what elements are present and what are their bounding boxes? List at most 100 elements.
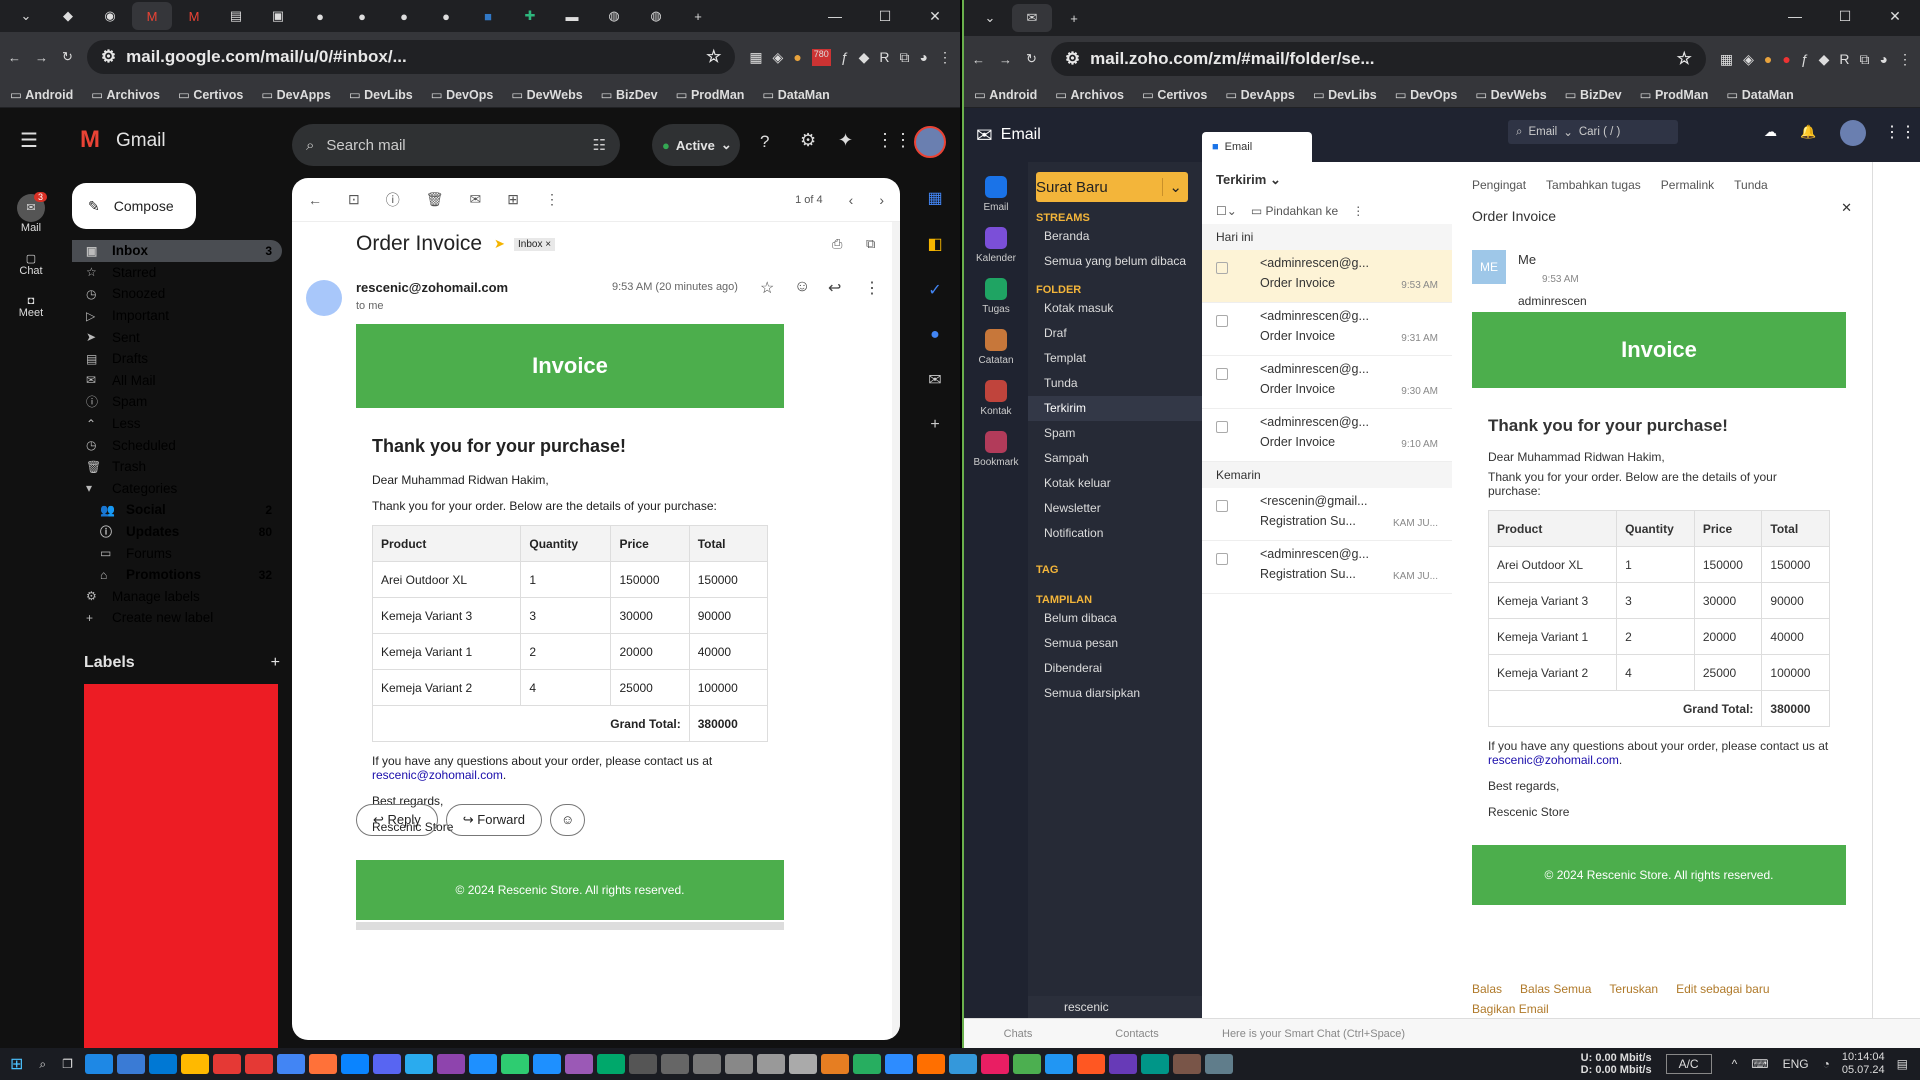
bookmark-folder[interactable]: DevLibs (349, 87, 413, 102)
tab-14[interactable]: ◍ (594, 2, 634, 30)
maximize-icon[interactable]: ☐ (860, 0, 910, 32)
taskbar-app-icon[interactable] (884, 1054, 913, 1074)
ext-icon[interactable]: ƒ (841, 49, 849, 66)
bookmark-folder[interactable]: Archivos (91, 87, 161, 102)
taskbar-app-icon[interactable] (756, 1054, 785, 1074)
reading-action[interactable]: Pengingat (1472, 178, 1526, 192)
bookmark-folder[interactable]: Android (974, 87, 1037, 102)
vertical-scrollbar[interactable] (892, 222, 900, 1040)
taskbar-app-icon[interactable] (1140, 1054, 1169, 1074)
chevron-down-icon[interactable]: ⌄ (1162, 178, 1188, 196)
addon-icon[interactable]: ✉ (928, 370, 941, 390)
rail-item[interactable]: Kalender (964, 227, 1028, 264)
move-to-icon[interactable]: ⊞ (507, 191, 519, 208)
taskbar-app-icon[interactable] (660, 1054, 689, 1074)
clock[interactable]: 10:14:04 05.07.24 (1842, 1051, 1885, 1077)
folder-item[interactable]: Terkirim (1028, 396, 1202, 421)
sender-avatar[interactable] (306, 280, 342, 316)
bookmark-star-icon[interactable]: ☆ (706, 47, 721, 67)
site-info-icon[interactable]: ⚙ (1065, 49, 1080, 69)
status-button[interactable]: ● Active ⌄ (652, 124, 740, 166)
folder-item[interactable]: Draf (1028, 321, 1202, 346)
maximize-icon[interactable]: ☐ (1820, 0, 1870, 32)
bookmark-folder[interactable]: ProdMan (676, 87, 744, 102)
mail-list-item[interactable]: <adminrescen@g... Order Invoice 9:10 AM (1202, 409, 1452, 462)
bookmark-folder[interactable]: DevWebs (1475, 87, 1547, 102)
bookmark-folder[interactable]: BizDev (1565, 87, 1622, 102)
ac-indicator[interactable]: A/C (1665, 1054, 1712, 1074)
new-tab-icon[interactable]: + (1054, 4, 1094, 32)
taskbar-app-icon[interactable] (852, 1054, 881, 1074)
menu-kebab-icon[interactable]: ⋮ (1898, 51, 1912, 68)
add-label-icon[interactable]: + (271, 654, 280, 672)
reading-action[interactable]: Tunda (1734, 178, 1768, 192)
mail-list-item[interactable]: <adminrescen@g... Order Invoice 9:30 AM (1202, 356, 1452, 409)
star-icon[interactable]: ☆ (760, 278, 774, 298)
minimize-icon[interactable]: — (810, 0, 860, 32)
recipient[interactable]: adminrescen (1518, 294, 1587, 308)
taskbar-app-icon[interactable] (596, 1054, 625, 1074)
folder-item[interactable]: Notification (1028, 521, 1202, 546)
close-icon[interactable]: ✕ (1841, 200, 1852, 216)
tab-2[interactable]: ◉ (90, 2, 130, 30)
reading-action[interactable]: Tambahkan tugas (1546, 178, 1641, 192)
ext-icon[interactable]: ▦ (1720, 51, 1733, 68)
nav-item[interactable]: ▤ Drafts (72, 348, 282, 370)
tab-15[interactable]: ◍ (636, 2, 676, 30)
row-checkbox[interactable] (1216, 553, 1228, 565)
puzzle-icon[interactable]: ⧉ (900, 49, 910, 66)
more-icon[interactable]: ⋮ (545, 191, 559, 208)
tab-search-icon[interactable]: ⌄ (970, 4, 1010, 32)
taskbar-app-icon[interactable] (628, 1054, 657, 1074)
folder-item[interactable]: Spam (1028, 421, 1202, 446)
tab-search-icon[interactable]: ⌄ (6, 2, 46, 30)
rail-item[interactable]: Catatan (964, 329, 1028, 366)
gmail-brand[interactable]: Gmail (116, 130, 166, 152)
taskbar-app-icon[interactable] (84, 1054, 113, 1074)
compose-button[interactable]: ✎ Compose (72, 183, 196, 229)
start-icon[interactable]: ⊞ (10, 1054, 23, 1074)
search-bar[interactable]: ⌕ Search mail ☷ (292, 124, 620, 166)
recipient-line[interactable]: to me (356, 300, 384, 312)
main-menu-icon[interactable]: ☰ (20, 128, 38, 153)
reload-icon[interactable]: ↻ (62, 49, 73, 65)
reply-action-link[interactable]: Balas Semua (1520, 982, 1591, 996)
tab-github-1[interactable]: ● (300, 2, 340, 30)
more-actions-icon[interactable]: ⋮ (864, 278, 880, 298)
ext-badge[interactable]: 780 (811, 48, 831, 66)
back-to-inbox-icon[interactable]: ← (308, 192, 322, 208)
current-user[interactable]: rescenic (1028, 996, 1202, 1018)
search-input[interactable]: Search mail (326, 137, 405, 154)
search-options-icon[interactable]: ☷ (593, 136, 606, 154)
nav-item[interactable]: ✉ All Mail (72, 370, 282, 392)
tasks-icon[interactable]: ✓ (928, 280, 941, 300)
task-view-icon[interactable]: ❐ (62, 1057, 73, 1071)
taskbar-app-icon[interactable] (1204, 1054, 1233, 1074)
more-icon[interactable]: ⋮ (1352, 204, 1364, 218)
prev-icon[interactable]: ‹ (849, 192, 854, 208)
reply-icon[interactable]: ↩ (828, 278, 841, 298)
reply-action-link[interactable]: Teruskan (1609, 982, 1658, 996)
forward-icon[interactable]: → (999, 52, 1012, 67)
taskbar-app-icon[interactable] (116, 1054, 145, 1074)
back-icon[interactable]: ← (972, 52, 985, 67)
mail-list-item[interactable]: <adminrescen@g... Order Invoice 9:31 AM (1202, 303, 1452, 356)
folder-item[interactable]: Newsletter (1028, 496, 1202, 521)
tab-zoho-active[interactable]: ✉ (1012, 4, 1052, 32)
folder-item[interactable]: Beranda (1028, 224, 1202, 249)
tag-section[interactable]: TAG (1028, 564, 1202, 576)
contacts-icon[interactable]: ● (930, 326, 940, 344)
nav-item[interactable]: ➤ Sent (72, 326, 282, 348)
minimize-icon[interactable]: — (1770, 0, 1820, 32)
taskbar-app-icon[interactable] (724, 1054, 753, 1074)
bookmark-folder[interactable]: Certivos (1142, 87, 1207, 102)
emoji-button[interactable]: ☺ (549, 804, 586, 836)
ext-icon[interactable]: ◆ (859, 49, 870, 66)
tab-10[interactable]: ● (426, 2, 466, 30)
row-checkbox[interactable] (1216, 368, 1228, 380)
bookmark-folder[interactable]: DevLibs (1313, 87, 1377, 102)
notification-bell-icon[interactable]: 🔔 (1800, 124, 1816, 140)
site-info-icon[interactable]: ⚙ (101, 47, 116, 67)
folder-item[interactable]: Semua yang belum dibaca (1028, 249, 1202, 274)
folder-item[interactable]: Semua diarsipkan (1028, 681, 1202, 706)
